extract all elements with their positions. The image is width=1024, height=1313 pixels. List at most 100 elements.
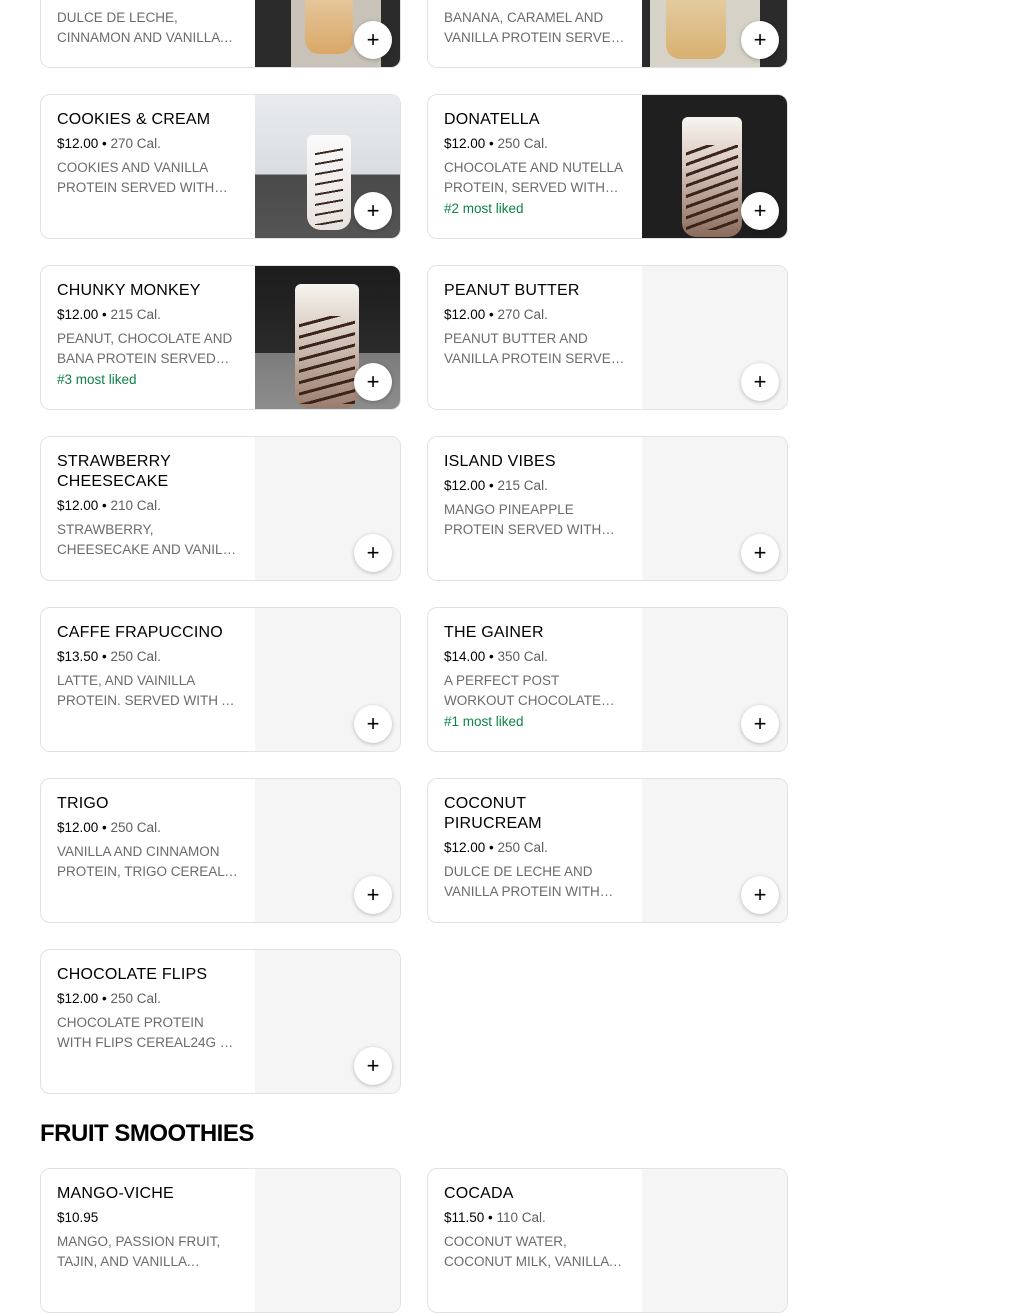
- menu-item-price: $10.95: [57, 1210, 99, 1225]
- menu-item-name: DONATELLA: [444, 111, 540, 128]
- add-to-cart-button[interactable]: +: [741, 363, 779, 401]
- menu-item-calories: 350 Cal.: [497, 649, 548, 664]
- menu-item-text: CHUNKY MONKEY $12.00 • 215 Cal. PEANUT, …: [57, 281, 241, 389]
- menu-item-text: DONATELLA $12.00 • 250 Cal. CHOCOLATE AN…: [444, 110, 628, 218]
- menu-item-price: $12.00: [444, 307, 486, 322]
- menu-item-price: $12.00: [444, 136, 486, 151]
- menu-item-name: COCADA: [444, 1185, 514, 1202]
- menu-item-calories: 215 Cal.: [110, 307, 161, 322]
- menu-item-text: TRIGO $12.00 • 250 Cal. VANILLA AND CINN…: [57, 794, 241, 882]
- menu-item-text: COOKIES & CREAM $12.00 • 270 Cal. COOKIE…: [57, 110, 241, 198]
- menu-item-card[interactable]: PEANUT BUTTER $12.00 • 270 Cal. PEANUT B…: [427, 265, 788, 410]
- menu-item-description: MANGO PINEAPPLE PROTEIN SERVED WITH COCO…: [444, 502, 602, 537]
- menu-item-calories: 110 Cal.: [496, 1210, 546, 1225]
- menu-item-card[interactable]: CAFFE FRAPUCCINO $13.50 • 250 Cal. LATTE…: [40, 607, 401, 752]
- menu-item-text: DULCE DE LECHE, CINNAMON AND VANILLA PRO…: [57, 0, 241, 48]
- menu-item-text: CHOCOLATE FLIPS $12.00 • 250 Cal. CHOCOL…: [57, 965, 241, 1053]
- menu-item-card[interactable]: CHOCOLATE FLIPS $12.00 • 250 Cal. CHOCOL…: [40, 949, 401, 1094]
- menu-item-description: VANILLA AND CINNAMON PROTEIN, TRIGO CERE…: [57, 844, 225, 879]
- menu-item-description: PEANUT BUTTER AND VANILLA PROTEIN SERVED…: [444, 331, 621, 366]
- menu-item-description: DULCE DE LECHE AND VANILLA PROTEIN WITH …: [444, 864, 600, 899]
- add-to-cart-button[interactable]: +: [354, 534, 392, 572]
- menu-item-price: $12.00: [57, 498, 99, 513]
- add-to-cart-button[interactable]: +: [354, 192, 392, 230]
- menu-item-price-line: $12.00 • 250 Cal.: [444, 840, 548, 855]
- menu-item-text: PEANUT BUTTER $12.00 • 270 Cal. PEANUT B…: [444, 281, 628, 369]
- menu-item-calories: 250 Cal.: [110, 649, 161, 664]
- menu-item-name: STRAWBERRY CHEESECAKE: [57, 453, 171, 490]
- popularity-badge: #3 most liked: [57, 372, 137, 387]
- menu-item-image-placeholder: [255, 1169, 400, 1312]
- menu-item-calories: 215 Cal.: [497, 478, 548, 493]
- menu-item-card[interactable]: DULCE DE LECHE, CINNAMON AND VANILLA PRO…: [40, 0, 401, 68]
- menu-item-card[interactable]: STRAWBERRY CHEESECAKE $12.00 • 210 Cal. …: [40, 436, 401, 581]
- menu-item-card[interactable]: THE GAINER $14.00 • 350 Cal. A PERFECT P…: [427, 607, 788, 752]
- menu-item-card[interactable]: COCONUT PIRUCREAM $12.00 • 250 Cal. DULC…: [427, 778, 788, 923]
- menu-item-description: CHOCOLATE PROTEIN WITH FLIPS CEREAL24G O…: [57, 1015, 239, 1050]
- menu-item-name: PEANUT BUTTER: [444, 282, 580, 299]
- section-title: FRUIT SMOOTHIES: [40, 1120, 254, 1147]
- menu-item-calories: 270 Cal.: [110, 136, 161, 151]
- add-to-cart-button[interactable]: +: [354, 705, 392, 743]
- add-to-cart-button[interactable]: +: [354, 21, 392, 59]
- menu-item-description: A PERFECT POST WORKOUT CHOCOLATE PROTEIN…: [444, 673, 602, 708]
- add-to-cart-button[interactable]: +: [354, 876, 392, 914]
- menu-item-calories: 250 Cal.: [497, 840, 548, 855]
- add-to-cart-button[interactable]: +: [741, 192, 779, 230]
- menu-item-description: STRAWBERRY, CHEESECAKE AND VANILLA PROTE…: [57, 522, 239, 557]
- menu-item-calories: 270 Cal.: [497, 307, 548, 322]
- menu-item-price-line: $12.00 • 250 Cal.: [444, 136, 548, 151]
- add-to-cart-button[interactable]: +: [741, 21, 779, 59]
- menu-item-name: CHOCOLATE FLIPS: [57, 966, 208, 983]
- menu-item-text: STRAWBERRY CHEESECAKE $12.00 • 210 Cal. …: [57, 452, 241, 560]
- menu-item-price-line: $12.00 • 250 Cal.: [57, 991, 161, 1006]
- menu-item-price: $13.50: [57, 649, 99, 664]
- menu-item-price-line: $12.00 • 270 Cal.: [444, 307, 548, 322]
- menu-item-name: COOKIES & CREAM: [57, 111, 211, 128]
- menu-item-text: ISLAND VIBES $12.00 • 215 Cal. MANGO PIN…: [444, 452, 628, 540]
- menu-item-price-line: $12.00 • 215 Cal.: [57, 307, 161, 322]
- menu-item-calories: 250 Cal.: [110, 991, 161, 1006]
- menu-item-price-line: $11.50 • 110 Cal.: [444, 1210, 546, 1225]
- menu-item-description: CHOCOLATE AND NUTELLA PROTEIN, SERVED WI…: [444, 160, 623, 195]
- add-to-cart-button[interactable]: +: [354, 363, 392, 401]
- menu-item-description: PEANUT, CHOCOLATE AND BANA PROTEIN SERVE…: [57, 331, 233, 366]
- menu-item-card[interactable]: CHUNKY MONKEY $12.00 • 215 Cal. PEANUT, …: [40, 265, 401, 410]
- menu-item-price: $12.00: [444, 478, 486, 493]
- add-to-cart-button[interactable]: +: [741, 534, 779, 572]
- menu-item-name: MANGO-VICHE: [57, 1185, 174, 1202]
- menu-item-price: $12.00: [57, 991, 99, 1006]
- menu-item-card[interactable]: ISLAND VIBES $12.00 • 215 Cal. MANGO PIN…: [427, 436, 788, 581]
- menu-item-description: DULCE DE LECHE, CINNAMON AND VANILLA PRO…: [57, 10, 220, 45]
- menu-item-price: $12.00: [57, 136, 99, 151]
- menu-item-text: CAFFE FRAPUCCINO $13.50 • 250 Cal. LATTE…: [57, 623, 241, 711]
- add-to-cart-button[interactable]: +: [354, 1047, 392, 1085]
- menu-item-name: ISLAND VIBES: [444, 453, 556, 470]
- menu-item-card[interactable]: MANGO-VICHE $10.95 MANGO, PASSION FRUIT,…: [40, 1168, 401, 1313]
- menu-item-price-line: $12.00 • 215 Cal.: [444, 478, 548, 493]
- menu-item-price-line: $12.00 • 210 Cal.: [57, 498, 161, 513]
- menu-item-image-placeholder: [642, 1169, 787, 1312]
- menu-item-price-line: $10.95: [57, 1209, 241, 1227]
- menu-item-name: THE GAINER: [444, 624, 544, 641]
- menu-item-price: $14.00: [444, 649, 486, 664]
- add-to-cart-button[interactable]: +: [741, 876, 779, 914]
- menu-item-text: BANANA, CARAMEL AND VANILLA PROTEIN SERV…: [444, 0, 628, 48]
- menu-item-card[interactable]: BANANA, CARAMEL AND VANILLA PROTEIN SERV…: [427, 0, 788, 68]
- menu-item-calories: 250 Cal.: [497, 136, 548, 151]
- menu-item-card[interactable]: COCADA $11.50 • 110 Cal. COCONUT WATER, …: [427, 1168, 788, 1313]
- add-to-cart-button[interactable]: +: [741, 705, 779, 743]
- menu-item-text: MANGO-VICHE $10.95 MANGO, PASSION FRUIT,…: [57, 1184, 241, 1272]
- menu-item-price-line: $13.50 • 250 Cal.: [57, 649, 161, 664]
- menu-item-card[interactable]: TRIGO $12.00 • 250 Cal. VANILLA AND CINN…: [40, 778, 401, 923]
- menu-item-card[interactable]: COOKIES & CREAM $12.00 • 270 Cal. COOKIE…: [40, 94, 401, 239]
- menu-item-description: COOKIES AND VANILLA PROTEIN SERVED WITH …: [57, 160, 215, 195]
- menu-item-price: $12.00: [444, 840, 486, 855]
- menu-item-calories: 210 Cal.: [110, 498, 161, 513]
- menu-item-price: $12.00: [57, 820, 99, 835]
- menu-item-name: CAFFE FRAPUCCINO: [57, 624, 223, 641]
- popularity-badge: #1 most liked: [444, 714, 524, 729]
- menu-item-name: TRIGO: [57, 795, 109, 812]
- menu-item-description: COCONUT WATER, COCONUT MILK, VANILLA PRO…: [444, 1234, 609, 1269]
- menu-item-card[interactable]: DONATELLA $12.00 • 250 Cal. CHOCOLATE AN…: [427, 94, 788, 239]
